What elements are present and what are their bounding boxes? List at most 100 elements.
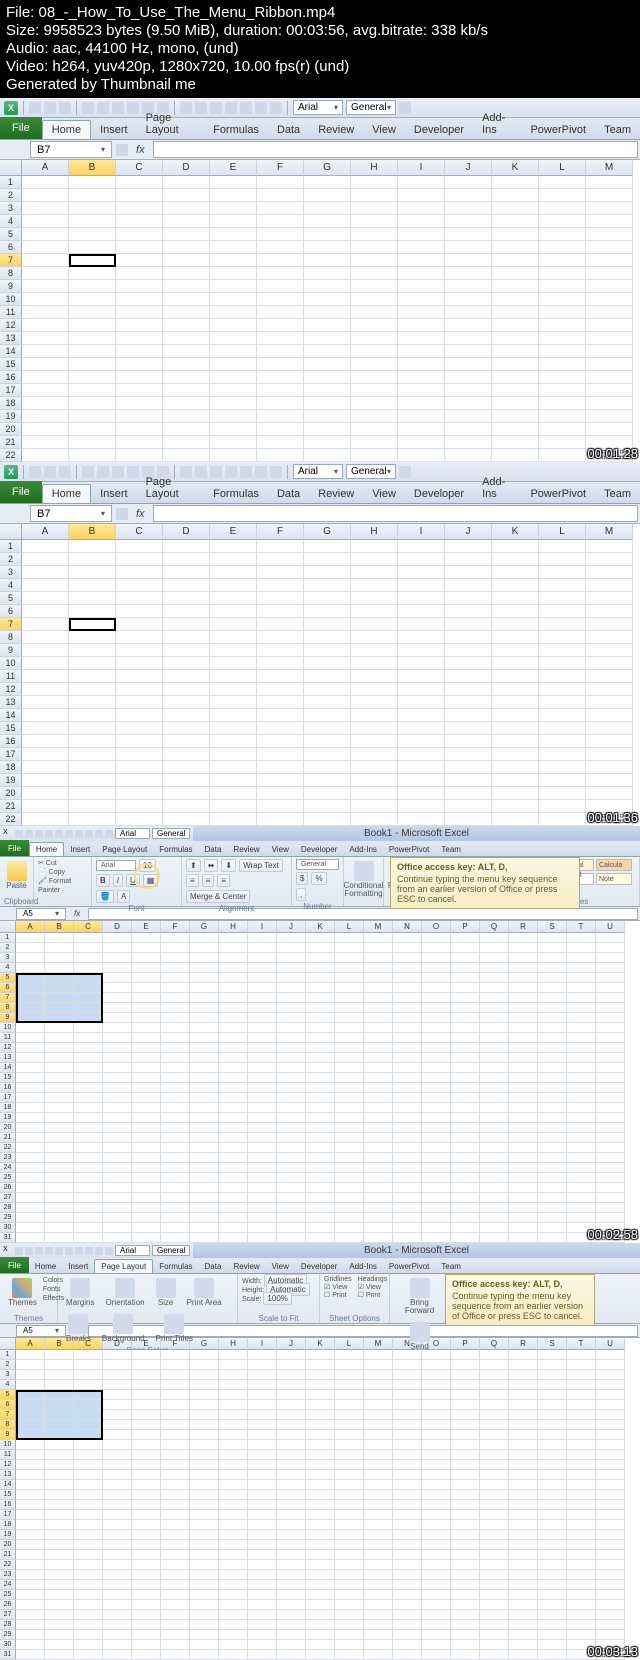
tab-review[interactable]: Review (227, 1260, 265, 1273)
cell[interactable] (74, 1630, 103, 1640)
cell[interactable] (451, 1410, 480, 1420)
cell[interactable] (509, 1143, 538, 1153)
cell[interactable] (248, 1013, 277, 1023)
cell[interactable] (161, 963, 190, 973)
cell[interactable] (132, 1360, 161, 1370)
cell[interactable] (16, 1620, 45, 1630)
cell[interactable] (480, 993, 509, 1003)
cell[interactable] (393, 1043, 422, 1053)
cell[interactable] (509, 1003, 538, 1013)
cell[interactable] (398, 761, 445, 774)
cell[interactable] (248, 1480, 277, 1490)
tab-powerpivot[interactable]: PowerPivot (383, 1260, 435, 1273)
cell[interactable] (69, 436, 116, 449)
row-header[interactable]: 14 (0, 1480, 16, 1490)
cell[interactable] (335, 1560, 364, 1570)
cell[interactable] (422, 1123, 451, 1133)
cell[interactable] (16, 1550, 45, 1560)
cell[interactable] (509, 1650, 538, 1660)
cell[interactable] (335, 1223, 364, 1233)
cell[interactable] (393, 1420, 422, 1430)
cell[interactable] (132, 1470, 161, 1480)
cell[interactable] (445, 215, 492, 228)
cell[interactable] (161, 973, 190, 983)
cell[interactable] (45, 1173, 74, 1183)
cell[interactable] (351, 384, 398, 397)
cell[interactable] (132, 1560, 161, 1570)
cell[interactable] (586, 722, 633, 735)
cell[interactable] (335, 943, 364, 953)
column-header[interactable]: D (103, 921, 132, 933)
row-header[interactable]: 1 (0, 176, 22, 189)
cell[interactable] (190, 1350, 219, 1360)
cell[interactable] (190, 1073, 219, 1083)
cell[interactable] (257, 228, 304, 241)
cell[interactable] (586, 748, 633, 761)
cell[interactable] (190, 1380, 219, 1390)
cell[interactable] (451, 1390, 480, 1400)
cell[interactable] (219, 1083, 248, 1093)
cell[interactable] (567, 993, 596, 1003)
cell[interactable] (74, 1103, 103, 1113)
cell[interactable] (364, 1550, 393, 1560)
cell[interactable] (364, 1560, 393, 1570)
column-header[interactable]: J (277, 1338, 306, 1350)
cell[interactable] (45, 1540, 74, 1550)
cell[interactable] (509, 1350, 538, 1360)
row-header[interactable]: 27 (0, 1610, 16, 1620)
cell[interactable] (335, 1550, 364, 1560)
cell[interactable] (210, 306, 257, 319)
cell[interactable] (74, 1600, 103, 1610)
cell[interactable] (45, 943, 74, 953)
cell[interactable] (567, 1053, 596, 1063)
cell[interactable] (306, 1223, 335, 1233)
cell[interactable] (45, 1400, 74, 1410)
cell[interactable] (45, 1103, 74, 1113)
cell[interactable] (248, 1530, 277, 1540)
cell[interactable] (16, 1133, 45, 1143)
cell[interactable] (398, 644, 445, 657)
cell[interactable] (219, 1570, 248, 1580)
cell[interactable] (304, 267, 351, 280)
cell[interactable] (277, 1480, 306, 1490)
cell[interactable] (190, 963, 219, 973)
cell[interactable] (492, 176, 539, 189)
cell[interactable] (538, 1520, 567, 1530)
cell[interactable] (277, 1470, 306, 1480)
cell[interactable] (393, 1053, 422, 1063)
cell[interactable] (16, 1450, 45, 1460)
cell[interactable] (538, 1043, 567, 1053)
cell[interactable] (509, 1630, 538, 1640)
cell[interactable] (277, 1580, 306, 1590)
cell[interactable] (445, 800, 492, 813)
cell[interactable] (248, 1123, 277, 1133)
cell[interactable] (445, 696, 492, 709)
row-header[interactable]: 3 (0, 1370, 16, 1380)
cell[interactable] (492, 618, 539, 631)
cell[interactable] (161, 1550, 190, 1560)
cell[interactable] (539, 423, 586, 436)
cell[interactable] (586, 605, 633, 618)
cell[interactable] (132, 1440, 161, 1450)
cell[interactable] (163, 670, 210, 683)
cancel-icon[interactable] (116, 144, 128, 156)
cell[interactable] (190, 1470, 219, 1480)
cell[interactable] (190, 1053, 219, 1063)
cell[interactable] (480, 1580, 509, 1590)
cell[interactable] (398, 176, 445, 189)
cell[interactable] (451, 1550, 480, 1560)
cell[interactable] (451, 1223, 480, 1233)
cell[interactable] (538, 1430, 567, 1440)
cell[interactable] (351, 319, 398, 332)
cell[interactable] (393, 1410, 422, 1420)
cell[interactable] (210, 202, 257, 215)
number-format-selector[interactable]: General (152, 1245, 190, 1256)
row-header[interactable]: 10 (0, 293, 22, 306)
cell[interactable] (509, 1550, 538, 1560)
cell[interactable] (306, 983, 335, 993)
row-header[interactable]: 14 (0, 345, 22, 358)
cell[interactable] (451, 1133, 480, 1143)
cell[interactable] (161, 1083, 190, 1093)
cell[interactable] (248, 1600, 277, 1610)
cell[interactable] (304, 774, 351, 787)
